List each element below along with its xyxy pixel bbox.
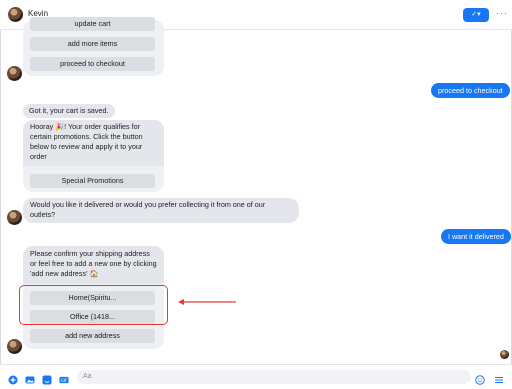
seen-avatar (500, 350, 509, 359)
gif-icon[interactable]: GIF (59, 372, 70, 384)
add-more-items-button[interactable]: add more items (30, 37, 155, 51)
more-options-icon[interactable]: ··· (496, 8, 508, 18)
proceed-to-checkout-button[interactable]: proceed to checkout (30, 57, 155, 71)
bot-avatar (7, 210, 22, 225)
avatar[interactable] (8, 7, 23, 22)
cart-card: update cart add more items proceed to ch… (23, 17, 164, 76)
promotions-card: Hooray 🎉! Your order qualifies for certa… (23, 120, 164, 192)
outgoing-message: I want it delivered (441, 229, 511, 244)
highlight-box (19, 285, 168, 325)
bot-avatar (7, 66, 22, 81)
svg-text:GIF: GIF (61, 378, 68, 383)
emoji-icon[interactable] (475, 372, 485, 385)
promotions-text: Hooray 🎉! Your order qualifies for certa… (23, 120, 164, 166)
incoming-message: Would you like it delivered or would you… (23, 198, 299, 223)
outgoing-message: proceed to checkout (431, 83, 510, 98)
composer-bar: GIF Aa (0, 364, 512, 389)
plus-icon[interactable] (8, 372, 18, 385)
annotation-arrow-icon (178, 299, 236, 305)
menu-icon[interactable] (494, 372, 504, 384)
incoming-message: Got it, your cart is saved. (23, 104, 115, 118)
update-cart-button[interactable]: update cart (30, 17, 155, 31)
image-icon[interactable] (25, 372, 35, 384)
message-input[interactable]: Aa (77, 370, 471, 384)
bot-avatar (7, 339, 22, 354)
add-new-address-button[interactable]: add new address (30, 329, 155, 343)
address-text: Please confirm your shipping address or … (23, 246, 164, 284)
mark-done-button[interactable]: ✓▾ (463, 8, 489, 22)
special-promotions-button[interactable]: Special Promotions (30, 174, 155, 188)
sticker-icon[interactable] (42, 372, 52, 385)
